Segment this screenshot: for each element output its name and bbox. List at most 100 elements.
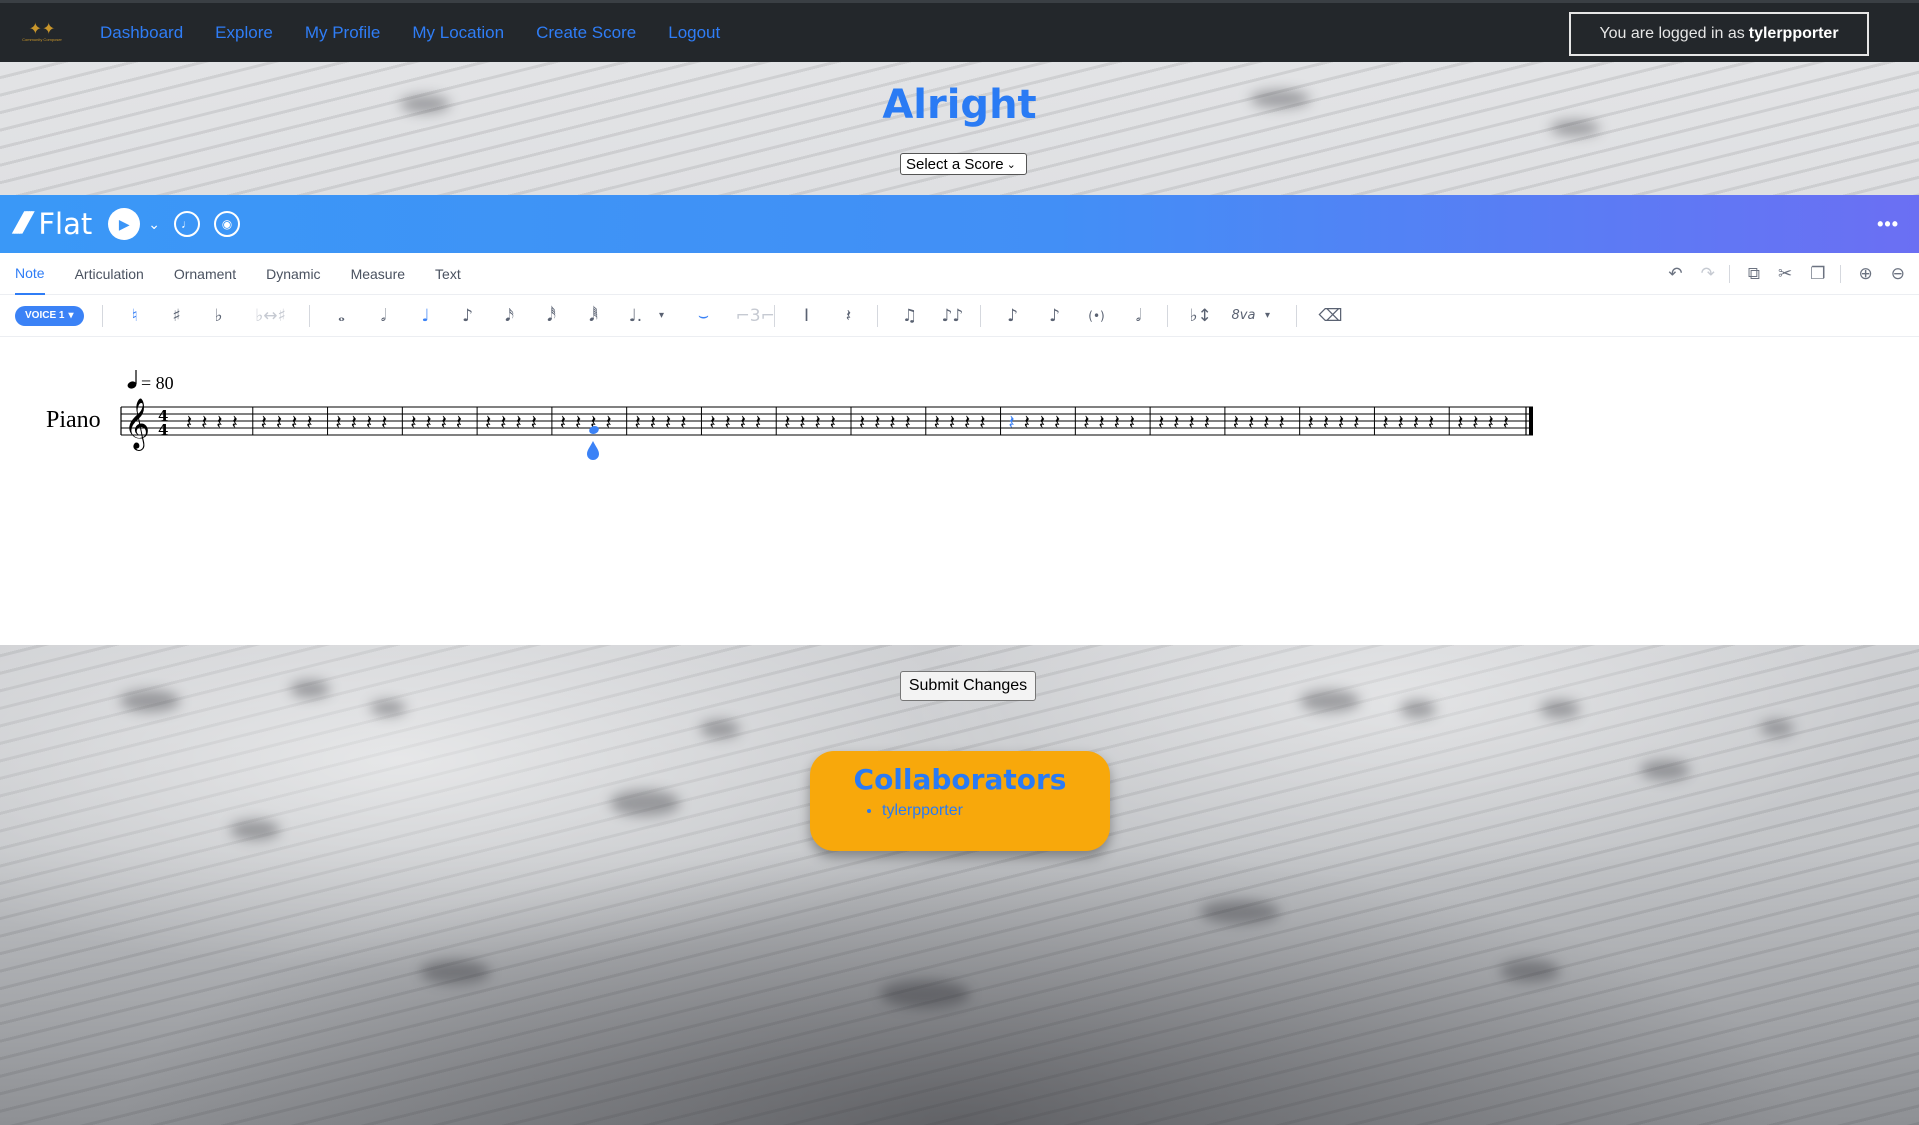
acciaccatura-icon[interactable]: ♪	[1045, 306, 1065, 326]
cue-note-icon[interactable]: (•)	[1087, 309, 1107, 323]
quarter-rest-icon[interactable]: 𝄽	[575, 410, 581, 434]
quarter-rest-icon[interactable]: 𝄽	[680, 410, 686, 434]
ottava-options-chevron-icon[interactable]: ▾	[1258, 310, 1278, 321]
quarter-rest-icon[interactable]: 𝄽	[1338, 410, 1344, 434]
sixteenth-note-icon[interactable]: 𝅘𝅥𝅯	[500, 306, 520, 326]
cut-icon[interactable]: ✂	[1778, 264, 1792, 284]
quarter-rest-icon[interactable]: 𝄽	[1024, 410, 1030, 434]
natural-icon[interactable]: ♮	[125, 306, 145, 326]
tie-icon[interactable]: ⌣	[694, 306, 714, 326]
quarter-rest-icon[interactable]: 𝄽	[1083, 410, 1089, 434]
nav-link-create-score[interactable]: Create Score	[536, 23, 636, 43]
note-cursor[interactable]	[587, 425, 600, 460]
quarter-rest-icon[interactable]: 𝄽	[216, 410, 222, 434]
quarter-rest-icon[interactable]: 𝄽	[1054, 410, 1060, 434]
quarter-rest-icon[interactable]: 𝄽	[410, 410, 416, 434]
whole-note-icon[interactable]: 𝅝	[332, 306, 352, 326]
rest-toggle-icon[interactable]: 𝄽	[839, 306, 859, 326]
collaborator-item[interactable]: tylerpporter	[882, 802, 1110, 820]
thirty-second-note-icon[interactable]: 𝅘𝅥𝅰	[542, 306, 562, 326]
nav-link-my-location[interactable]: My Location	[412, 23, 504, 43]
site-logo[interactable]: ✦✦ Community Composer	[14, 13, 70, 53]
quarter-rest-icon[interactable]: 𝄽	[605, 410, 611, 434]
quarter-rest-icon[interactable]: 𝄽	[1308, 410, 1314, 434]
nav-link-explore[interactable]: Explore	[215, 23, 273, 43]
quarter-rest-icon[interactable]: 𝄽	[186, 410, 192, 434]
quarter-rest-icon[interactable]: 𝄽	[740, 410, 746, 434]
quarter-rest-icon[interactable]: 𝄽	[1472, 410, 1478, 434]
quarter-rest-icon[interactable]: 𝄽	[1248, 410, 1254, 434]
playback-options-chevron-icon[interactable]: ⌄	[148, 216, 160, 233]
quarter-rest-icon[interactable]: 𝄽	[1428, 410, 1434, 434]
redo-icon[interactable]: ↷	[1701, 264, 1715, 284]
quarter-rest-icon[interactable]: 𝄽	[336, 410, 342, 434]
quarter-rest-icon[interactable]: 𝄽	[531, 410, 537, 434]
tab-ornament[interactable]: Ornament	[174, 253, 236, 295]
quarter-note-icon[interactable]: ♩	[416, 306, 436, 326]
cursor-icon[interactable]: I	[797, 306, 817, 326]
quarter-rest-icon[interactable]: 𝄽	[1158, 410, 1164, 434]
quarter-rest-icon[interactable]: 𝄽	[799, 410, 805, 434]
score-select-dropdown[interactable]: Select a Score ⌄	[900, 153, 1027, 175]
delete-icon[interactable]: ⌫	[1319, 306, 1343, 326]
quarter-rest-icon[interactable]: 𝄽	[830, 410, 836, 434]
half-note-icon[interactable]: 𝅗𝅥	[374, 306, 394, 326]
quarter-rest-icon[interactable]: 𝄽	[1114, 410, 1120, 434]
tuplet-icon[interactable]: ⌐3⌐	[736, 306, 775, 326]
quarter-rest-icon[interactable]: 𝄽	[709, 410, 715, 434]
enharmonic-icon[interactable]: ♭↔♯	[251, 306, 291, 326]
submit-changes-button[interactable]: Submit Changes	[900, 671, 1036, 701]
voice-select-button[interactable]: VOICE 1 ▾	[15, 305, 84, 326]
quarter-rest-icon[interactable]: 𝄽	[725, 410, 731, 434]
undo-icon[interactable]: ↶	[1668, 264, 1682, 284]
quarter-rest-icon[interactable]: 𝄽	[964, 410, 970, 434]
quarter-rest-icon[interactable]: 𝄽	[456, 410, 462, 434]
play-button[interactable]: ▶	[108, 208, 141, 240]
quarter-rest-icon[interactable]: 𝄽	[1039, 410, 1045, 434]
quarter-rest-icon[interactable]: 𝄽	[1382, 410, 1388, 434]
quarter-rest-icon[interactable]: 𝄽	[635, 410, 641, 434]
quarter-rest-icon[interactable]: 𝄽	[1099, 410, 1105, 434]
quarter-rest-icon[interactable]: 𝄽	[1398, 410, 1404, 434]
quarter-rest-icon[interactable]: 𝄽	[1278, 410, 1284, 434]
quarter-rest-icon[interactable]: 𝄽	[485, 410, 491, 434]
nav-link-dashboard[interactable]: Dashboard	[100, 23, 183, 43]
quarter-rest-icon[interactable]: 𝄽	[1263, 410, 1269, 434]
quarter-rest-icon[interactable]: 𝄽	[306, 410, 312, 434]
quarter-rest-icon[interactable]: 𝄽	[426, 410, 432, 434]
quarter-rest-icon[interactable]: 𝄽	[516, 410, 522, 434]
tab-note[interactable]: Note	[15, 253, 45, 295]
quarter-rest-icon[interactable]: 𝄽	[500, 410, 506, 434]
zoom-out-icon[interactable]: ⊖	[1891, 264, 1905, 284]
volume-toggle-icon[interactable]: ◉	[213, 211, 240, 237]
transpose-icon[interactable]: ♭↕	[1190, 306, 1212, 326]
quarter-rest-icon[interactable]: 𝄽	[381, 410, 387, 434]
beam-icon[interactable]: ♫	[900, 306, 920, 326]
quarter-rest-icon[interactable]: 𝄽	[934, 410, 940, 434]
tab-articulation[interactable]: Articulation	[75, 253, 144, 295]
quarter-rest-icon[interactable]: 𝄽	[1129, 410, 1135, 434]
quarter-rest-icon[interactable]: 𝄽	[650, 410, 656, 434]
quarter-rest-icon[interactable]: 𝄽	[784, 410, 790, 434]
quarter-rest-icon[interactable]: 𝄽	[949, 410, 955, 434]
quarter-rest-icon[interactable]: 𝄽	[1233, 410, 1239, 434]
quarter-rest-icon[interactable]: 𝄽	[815, 410, 821, 434]
tab-measure[interactable]: Measure	[351, 253, 405, 295]
quarter-rest-icon[interactable]: 𝄽	[1189, 410, 1195, 434]
score-canvas[interactable]: = 80 Piano 𝄞 4 4 𝄽 𝄽 𝄽 𝄽 𝄽 𝄽 𝄽 𝄽 𝄽 𝄽 𝄽 𝄽 𝄽 𝄽 𝄽 𝄽 𝄽 𝄽 𝄽 𝄽 𝄽 𝄽 𝄽…	[0, 337, 1919, 645]
tab-dynamic[interactable]: Dynamic	[266, 253, 320, 295]
quarter-rest-icon[interactable]: 𝄽	[1488, 410, 1494, 434]
eighth-note-icon[interactable]: ♪	[458, 306, 478, 326]
quarter-rest-icon[interactable]: 𝄽	[1413, 410, 1419, 434]
more-options-icon[interactable]: •••	[1877, 214, 1899, 235]
metronome-toggle-icon[interactable]: ♩	[173, 211, 200, 237]
quarter-rest-icon[interactable]: 𝄽	[232, 410, 238, 434]
quarter-rest-icon[interactable]: 𝄽	[291, 410, 297, 434]
quarter-rest-icon[interactable]: 𝄽	[560, 410, 566, 434]
dotted-note-icon[interactable]: ♩.	[626, 306, 646, 326]
flat-icon[interactable]: ♭	[209, 306, 229, 326]
copy-icon[interactable]: ⧉	[1748, 264, 1760, 284]
quarter-rest-icon[interactable]: 𝄽	[1009, 410, 1015, 434]
x-notehead-icon[interactable]: 𝅗𝅥	[1129, 306, 1149, 326]
dot-options-chevron-icon[interactable]: ▾	[652, 310, 672, 321]
